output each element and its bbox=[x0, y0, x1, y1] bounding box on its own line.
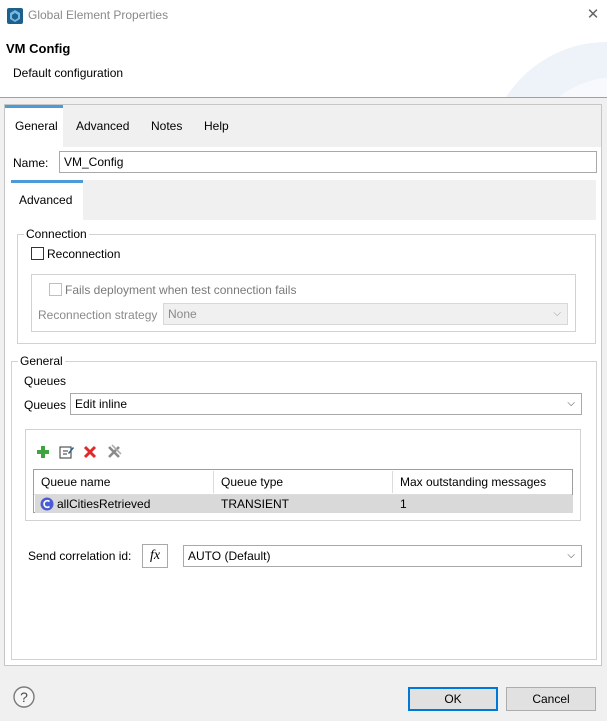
fails-deployment-checkbox[interactable] bbox=[49, 283, 62, 296]
tab-advanced[interactable]: Advanced bbox=[66, 105, 139, 147]
tab-notes[interactable]: Notes bbox=[141, 105, 192, 147]
delete-all-icon[interactable] bbox=[106, 444, 122, 460]
queues-select[interactable]: Edit inline ⌵ bbox=[70, 393, 582, 415]
tab-general[interactable]: General bbox=[5, 105, 63, 147]
tab-help[interactable]: Help bbox=[194, 105, 239, 147]
queue-type-cell: TRANSIENT bbox=[221, 497, 290, 511]
tab-bar: General Advanced Notes Help bbox=[5, 105, 601, 147]
column-header-max-outstanding[interactable]: Max outstanding messages bbox=[393, 471, 573, 493]
name-label: Name: bbox=[13, 156, 49, 170]
reconnection-strategy-label: Reconnection strategy bbox=[38, 308, 158, 322]
table-row[interactable]: allCitiesRetrieved TRANSIENT 1 bbox=[35, 495, 573, 513]
title-bar: Global Element Properties ✕ bbox=[0, 0, 607, 32]
reconnection-label: Reconnection bbox=[47, 247, 121, 261]
add-icon[interactable] bbox=[36, 445, 50, 459]
cancel-button[interactable]: Cancel bbox=[506, 687, 596, 711]
svg-text:?: ? bbox=[20, 689, 28, 705]
queues-heading: Queues bbox=[24, 374, 67, 388]
queues-table: Queue name Queue type Max outstanding me… bbox=[33, 469, 573, 513]
banner-decoration bbox=[506, 42, 607, 97]
correlation-select-value: AUTO (Default) bbox=[188, 549, 271, 563]
ok-button[interactable]: OK bbox=[408, 687, 498, 711]
queues-label: Queues bbox=[24, 398, 67, 412]
fails-deployment-label: Fails deployment when test connection fa… bbox=[65, 283, 297, 297]
help-icon[interactable]: ? bbox=[13, 686, 35, 708]
queue-icon bbox=[40, 497, 54, 511]
reconnection-checkbox[interactable] bbox=[31, 247, 44, 260]
chevron-down-icon: ⌵ bbox=[553, 308, 561, 319]
page-description: Default configuration bbox=[13, 66, 124, 80]
expression-mode-button[interactable]: fx bbox=[142, 544, 168, 568]
edit-icon[interactable] bbox=[59, 445, 74, 459]
app-icon bbox=[7, 8, 23, 24]
max-outstanding-cell: 1 bbox=[400, 497, 407, 511]
chevron-down-icon: ⌵ bbox=[567, 550, 575, 561]
subtab-bar: Advanced bbox=[11, 180, 596, 220]
general-group-title: General bbox=[18, 354, 65, 368]
subtab-advanced[interactable]: Advanced bbox=[11, 180, 83, 220]
name-input[interactable]: VM_Config bbox=[59, 151, 597, 173]
delete-icon[interactable] bbox=[83, 445, 97, 459]
close-icon[interactable]: ✕ bbox=[583, 5, 603, 25]
connection-group-title: Connection bbox=[24, 227, 89, 241]
queues-select-value: Edit inline bbox=[75, 397, 128, 411]
header-banner: VM Config Default configuration bbox=[0, 32, 607, 98]
reconnection-strategy-value: None bbox=[168, 307, 197, 321]
chevron-down-icon: ⌵ bbox=[567, 398, 575, 409]
correlation-select[interactable]: AUTO (Default) ⌵ bbox=[183, 545, 582, 567]
column-header-queue-name[interactable]: Queue name bbox=[34, 471, 214, 493]
page-title: VM Config bbox=[6, 41, 71, 56]
queue-name-cell: allCitiesRetrieved bbox=[57, 497, 151, 511]
reconnection-strategy-select[interactable]: None ⌵ bbox=[163, 303, 568, 325]
correlation-label: Send correlation id: bbox=[28, 549, 132, 563]
column-header-queue-type[interactable]: Queue type bbox=[214, 471, 393, 493]
window-title: Global Element Properties bbox=[28, 8, 169, 22]
